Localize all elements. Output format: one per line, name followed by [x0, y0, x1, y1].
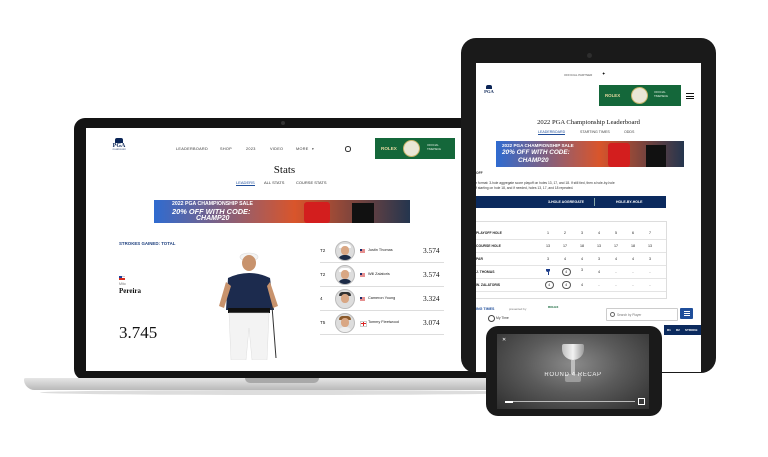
leaderboard-row[interactable]: T2 Justin Thomas 3.574 [320, 239, 444, 263]
toggle-hole-by-hole[interactable]: HOLE-BY-HOLE [616, 200, 642, 204]
laptop-shadow [40, 390, 528, 395]
partner-logo-icon: ✦ [602, 71, 606, 76]
tab-all-stats[interactable]: ALL STATS [264, 180, 284, 185]
round-filter-bar: R1 R2 STROKE [664, 325, 701, 335]
us-flag-icon [360, 273, 365, 277]
us-flag-icon [360, 249, 365, 253]
tab-odds[interactable]: ODDS [624, 130, 634, 134]
shirt-image [608, 143, 630, 167]
leaderboard-row[interactable]: 4 Cameron Young 3.324 [320, 287, 444, 311]
search-icon[interactable] [345, 146, 351, 152]
chevron-down-icon[interactable]: ▾ [312, 147, 314, 151]
official-partner-label: OFFICIAL PARTNER [564, 73, 593, 77]
page-title: Stats [273, 164, 296, 176]
page-title: 2022 PGA Championship Leaderboard [537, 119, 640, 126]
round-1-button[interactable]: R1 [667, 328, 671, 332]
leaderboard-row[interactable]: T5 Tommy Fleetwood 3.074 [320, 311, 444, 335]
search-icon [610, 312, 615, 317]
tab-course-stats[interactable]: COURSE STATS [296, 180, 327, 185]
fullscreen-icon[interactable] [638, 398, 645, 405]
toggle-3-hole-aggregate[interactable]: 3-HOLE AGGREGATE [548, 200, 584, 204]
tee-times-label: ING TIMES [476, 307, 495, 311]
menu-icon[interactable] [686, 93, 694, 99]
leaderboard-row[interactable]: T2 Will Zalatoris 3.574 [320, 263, 444, 287]
stroke-button[interactable]: STROKE [685, 328, 698, 332]
avatar [335, 289, 355, 309]
promo-banner[interactable]: 2022 PGA CHAMPIONSHIP SALE 20% OFF WITH … [154, 200, 410, 223]
england-flag-icon [360, 321, 367, 327]
phone-screen: ✕ ROUND 4 RECAP [497, 334, 649, 409]
video-title: ROUND 4 RECAP [544, 372, 602, 378]
my-time-radio[interactable] [488, 315, 495, 322]
tablet-camera [587, 53, 592, 58]
rolex-clock-icon [403, 140, 420, 157]
nav-shop[interactable]: SHOP [220, 147, 232, 151]
bag-image [646, 145, 666, 167]
shirt-image [304, 202, 330, 223]
table-row: COURSE HOLE 13 17 18 13 17 18 13 [476, 239, 666, 253]
bag-image [352, 203, 374, 223]
table-row: W. ZALATORIS 4 4 4 - - - - [476, 278, 666, 292]
pga-logo[interactable]: PGA CHAMPIONSHIP [110, 138, 128, 151]
table-row: PAR 3 4 4 3 4 4 3 [476, 252, 666, 266]
tab-starting-times[interactable]: STARTING TIMES [580, 130, 610, 134]
avatar [335, 313, 355, 333]
tab-leaderboard[interactable]: LEADERBOARD [538, 130, 566, 135]
search-input[interactable]: Search by Player [606, 308, 678, 321]
nav-more[interactable]: MORE [296, 147, 309, 151]
leader-last-name[interactable]: Pereira [119, 287, 141, 295]
avatar [335, 265, 355, 285]
rolex-sponsor-label: ROLEX [548, 305, 559, 309]
laptop-camera [281, 121, 285, 125]
laptop-screen: PGA CHAMPIONSHIP LEADERBOARD SHOP 2023 V… [86, 128, 483, 371]
nav-video[interactable]: VIDEO [270, 147, 283, 151]
round-2-button[interactable]: R2 [676, 328, 680, 332]
playoff-table: PLAYOFF HOLE 1 2 3 4 5 6 7 COURSE HOLE 1… [476, 221, 667, 299]
tab-leaders[interactable]: LEADERS [236, 180, 255, 186]
table-row: J. THOMAS 4 3 4 - - - [476, 265, 666, 279]
playoff-label: OFF [476, 171, 483, 175]
playoff-format-toggle: 3-HOLE AGGREGATE HOLE-BY-HOLE [476, 196, 666, 208]
trophy-image [560, 344, 586, 384]
rolex-ad[interactable]: ROLEX OFFICIAL TIMEPIECE [375, 138, 455, 159]
golfer-photo [219, 252, 278, 360]
filter-button[interactable] [680, 308, 693, 319]
rolex-ad[interactable]: ROLEX OFFICIAL TIMEPIECE [599, 85, 681, 106]
nav-leaderboard[interactable]: LEADERBOARD [176, 147, 208, 151]
laptop-notch [245, 378, 319, 383]
video-progress-bar[interactable] [505, 400, 635, 403]
laptop-navbar: PGA CHAMPIONSHIP LEADERBOARD SHOP 2023 V… [86, 128, 483, 168]
avatar [335, 241, 355, 261]
trophy-icon [546, 268, 550, 275]
table-row: PLAYOFF HOLE 1 2 3 4 5 6 7 [476, 226, 666, 240]
chile-flag-icon [119, 276, 125, 280]
nav-2023[interactable]: 2023 [246, 147, 256, 151]
rolex-clock-icon [631, 87, 648, 104]
us-flag-icon [360, 297, 365, 301]
divider [320, 334, 444, 335]
close-icon[interactable]: ✕ [502, 337, 506, 343]
stat-title: STROKES GAINED: TOTAL [119, 241, 176, 246]
my-time-label: My Time [496, 316, 509, 320]
playoff-note-line2: f starting on hole 18, and if needed, ho… [476, 186, 574, 190]
promo-banner[interactable]: 2022 PGA CHAMPIONSHIP SALE 20% OFF WITH … [496, 141, 684, 167]
leader-first-name: Mito [119, 282, 126, 286]
playoff-note-line1: r format: 3-hole aggregate score playoff… [476, 181, 615, 185]
presented-by-label: presented by [509, 307, 527, 311]
leader-value: 3.745 [119, 323, 158, 342]
pga-logo[interactable]: PGA [482, 85, 496, 94]
